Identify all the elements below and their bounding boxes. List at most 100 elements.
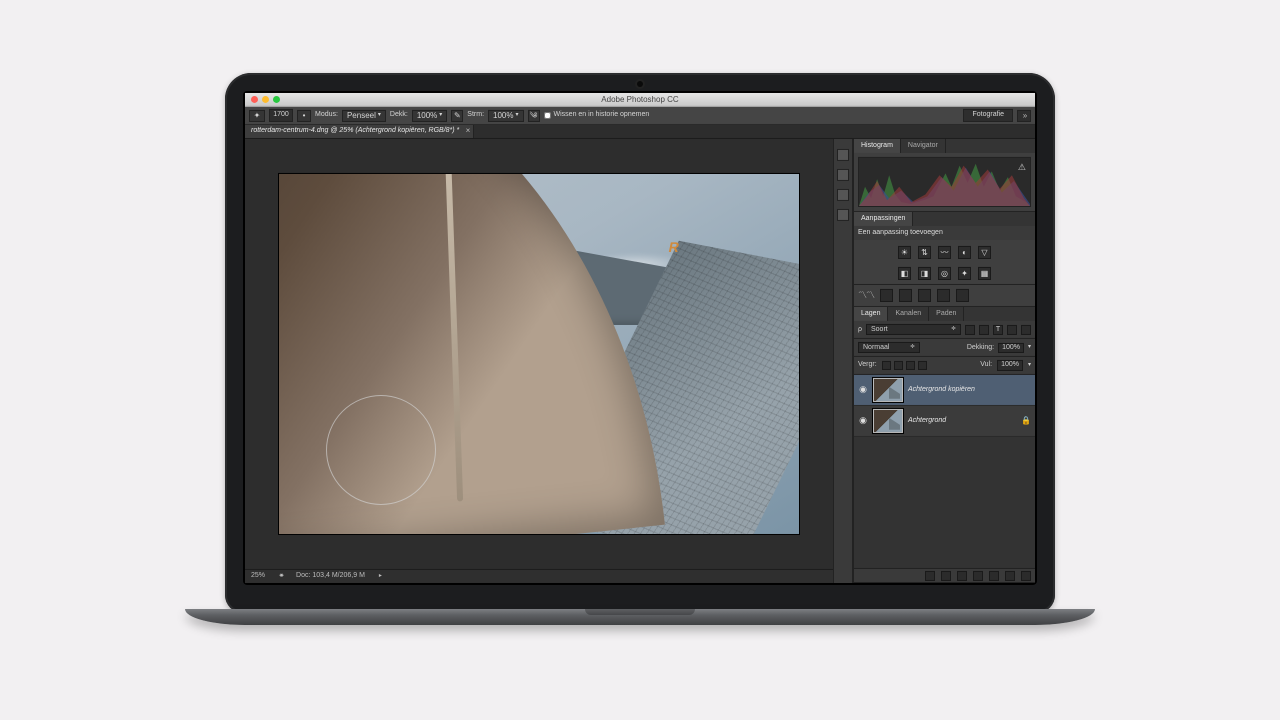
tool-preset-dropdown[interactable]: ✦ bbox=[249, 109, 265, 121]
doc-size-readout[interactable]: Doc: 103,4 M/206,9 M bbox=[296, 572, 365, 580]
opacity-field[interactable]: 100%▾ bbox=[412, 109, 447, 121]
layer-mask-icon[interactable] bbox=[957, 570, 967, 580]
lock-transparency-icon[interactable] bbox=[882, 361, 891, 370]
laptop-base bbox=[185, 609, 1095, 625]
adj-brightness-icon[interactable]: ☀ bbox=[898, 246, 911, 259]
brush-cursor-outline bbox=[326, 395, 436, 505]
adj-preset-5[interactable] bbox=[956, 289, 969, 302]
filter-smart-icon[interactable] bbox=[1021, 325, 1031, 335]
webcam-dot bbox=[637, 81, 643, 87]
new-fill-adjust-icon[interactable] bbox=[973, 570, 983, 580]
pressure-opacity-icon[interactable]: ✎ bbox=[451, 109, 463, 121]
layer-fill-field[interactable]: 100% bbox=[997, 360, 1023, 370]
adjustments-subtitle: Een aanpassing toevoegen bbox=[854, 226, 1035, 240]
adj-levels-icon[interactable]: ⇅ bbox=[918, 246, 931, 259]
lock-label: Vergr: bbox=[858, 361, 877, 369]
adj-curves-icon[interactable]: 〰 bbox=[938, 246, 951, 259]
options-bar: ✦ 1700 • Modus: Penseel▾ Dekk: 100%▾ ✎ S… bbox=[245, 107, 1035, 125]
layer-kind-filter[interactable]: Soort≑ bbox=[866, 324, 961, 335]
layers-panel: Lagen Kanalen Paden ρ Soort≑ bbox=[854, 307, 1035, 583]
collapsed-panel-column bbox=[833, 139, 853, 583]
tab-channels[interactable]: Kanalen bbox=[888, 307, 929, 321]
zoom-arrows-icon[interactable]: ◂▸ bbox=[279, 572, 282, 580]
visibility-toggle-icon[interactable]: ◉ bbox=[858, 384, 868, 395]
layer-item[interactable]: ◉ Achtergrond 🔒 bbox=[854, 406, 1035, 437]
mode-label: Modus: bbox=[315, 111, 338, 119]
delete-layer-icon[interactable] bbox=[1021, 570, 1031, 580]
laptop-mockup: Adobe Photoshop CC ✦ 1700 • Modus: Pense… bbox=[225, 73, 1055, 625]
filter-adjust-icon[interactable] bbox=[979, 325, 989, 335]
adj-preset-1[interactable] bbox=[880, 289, 893, 302]
actions-panel-icon[interactable] bbox=[837, 169, 849, 181]
adj-photo-filter-icon[interactable]: ◎ bbox=[938, 267, 951, 280]
filter-pixel-icon[interactable] bbox=[965, 325, 975, 335]
status-menu-icon[interactable]: ▸ bbox=[379, 573, 382, 580]
photoshop-window: Adobe Photoshop CC ✦ 1700 • Modus: Pense… bbox=[245, 93, 1035, 583]
presets-expand-icon[interactable]: 〽〽 bbox=[858, 290, 874, 301]
document-canvas[interactable]: R bbox=[279, 174, 799, 534]
layer-name[interactable]: Achtergrond bbox=[908, 417, 946, 425]
histogram-graph[interactable]: ⚠ bbox=[858, 157, 1031, 207]
document-tab-strip: rotterdam-centrum-4.dng @ 25% (Achtergro… bbox=[245, 125, 1035, 139]
close-window-button[interactable] bbox=[251, 96, 258, 103]
layer-item[interactable]: ◉ Achtergrond kopiëren bbox=[854, 375, 1035, 406]
lock-all-icon[interactable] bbox=[918, 361, 927, 370]
right-panel-dock: Histogram Navigator ⚠ bbox=[853, 139, 1035, 583]
adj-bw-icon[interactable]: ◨ bbox=[918, 267, 931, 280]
window-title: Adobe Photoshop CC bbox=[601, 95, 678, 105]
layer-style-icon[interactable] bbox=[941, 570, 951, 580]
layers-empty-area bbox=[854, 437, 1035, 568]
adj-vibrance-icon[interactable]: ▽ bbox=[978, 246, 991, 259]
tab-adjustments[interactable]: Aanpassingen bbox=[854, 212, 913, 226]
opacity-label: Dekk: bbox=[390, 111, 408, 119]
tab-paths[interactable]: Paden bbox=[929, 307, 964, 321]
adj-preset-2[interactable] bbox=[899, 289, 912, 302]
zoom-level[interactable]: 25% bbox=[251, 572, 265, 580]
minimize-window-button[interactable] bbox=[262, 96, 269, 103]
history-panel-icon[interactable] bbox=[837, 149, 849, 161]
layer-thumbnail[interactable] bbox=[873, 378, 903, 402]
lock-pixels-icon[interactable] bbox=[894, 361, 903, 370]
adj-exposure-icon[interactable]: ◐ bbox=[958, 246, 971, 259]
new-layer-icon[interactable] bbox=[1005, 570, 1015, 580]
window-titlebar: Adobe Photoshop CC bbox=[245, 93, 1035, 107]
tab-histogram[interactable]: Histogram bbox=[854, 139, 901, 153]
document-tab[interactable]: rotterdam-centrum-4.dng @ 25% (Achtergro… bbox=[245, 125, 474, 138]
adj-channel-mixer-icon[interactable]: ✦ bbox=[958, 267, 971, 280]
panel-collapse-button[interactable]: » bbox=[1017, 109, 1031, 121]
maximize-window-button[interactable] bbox=[273, 96, 280, 103]
adj-color-lookup-icon[interactable]: ▦ bbox=[978, 267, 991, 280]
brush-size-field[interactable]: 1700 bbox=[269, 109, 293, 121]
visibility-toggle-icon[interactable]: ◉ bbox=[858, 415, 868, 426]
filter-shape-icon[interactable] bbox=[1007, 325, 1017, 335]
fill-label: Vul: bbox=[980, 361, 992, 369]
tab-navigator[interactable]: Navigator bbox=[901, 139, 946, 153]
blend-mode-select[interactable]: Normaal≑ bbox=[858, 342, 920, 353]
lock-position-icon[interactable] bbox=[906, 361, 915, 370]
workspace-switcher[interactable]: Fotografie bbox=[963, 109, 1013, 121]
history-erase-checkbox[interactable]: Wissen en in historie opnemen bbox=[544, 111, 650, 119]
flow-field[interactable]: 100%▾ bbox=[488, 109, 523, 121]
layer-name[interactable]: Achtergrond kopiëren bbox=[908, 386, 975, 394]
close-tab-icon[interactable]: × bbox=[466, 126, 471, 136]
properties-panel-icon[interactable] bbox=[837, 189, 849, 201]
filter-type-icon[interactable]: T bbox=[993, 325, 1003, 335]
info-panel-icon[interactable] bbox=[837, 209, 849, 221]
layers-toolbar bbox=[854, 568, 1035, 582]
adj-preset-4[interactable] bbox=[937, 289, 950, 302]
layer-thumbnail[interactable] bbox=[873, 409, 903, 433]
adjustments-panel: Aanpassingen Een aanpassing toevoegen ☀ … bbox=[854, 212, 1035, 307]
brush-preset-dropdown[interactable]: • bbox=[297, 109, 311, 121]
airbrush-icon[interactable]: ༄ bbox=[528, 109, 540, 121]
mode-select[interactable]: Penseel▾ bbox=[342, 109, 386, 121]
adj-hue-icon[interactable]: ◧ bbox=[898, 267, 911, 280]
layer-opacity-field[interactable]: 100% bbox=[998, 343, 1024, 353]
tab-layers[interactable]: Lagen bbox=[854, 307, 888, 321]
new-group-icon[interactable] bbox=[989, 570, 999, 580]
adj-preset-3[interactable] bbox=[918, 289, 931, 302]
histogram-panel: Histogram Navigator ⚠ bbox=[854, 139, 1035, 212]
traffic-lights bbox=[251, 96, 280, 103]
link-layers-icon[interactable] bbox=[925, 570, 935, 580]
canvas-logo: R bbox=[667, 239, 686, 255]
adjustments-presets-row: 〽〽 bbox=[854, 284, 1035, 306]
